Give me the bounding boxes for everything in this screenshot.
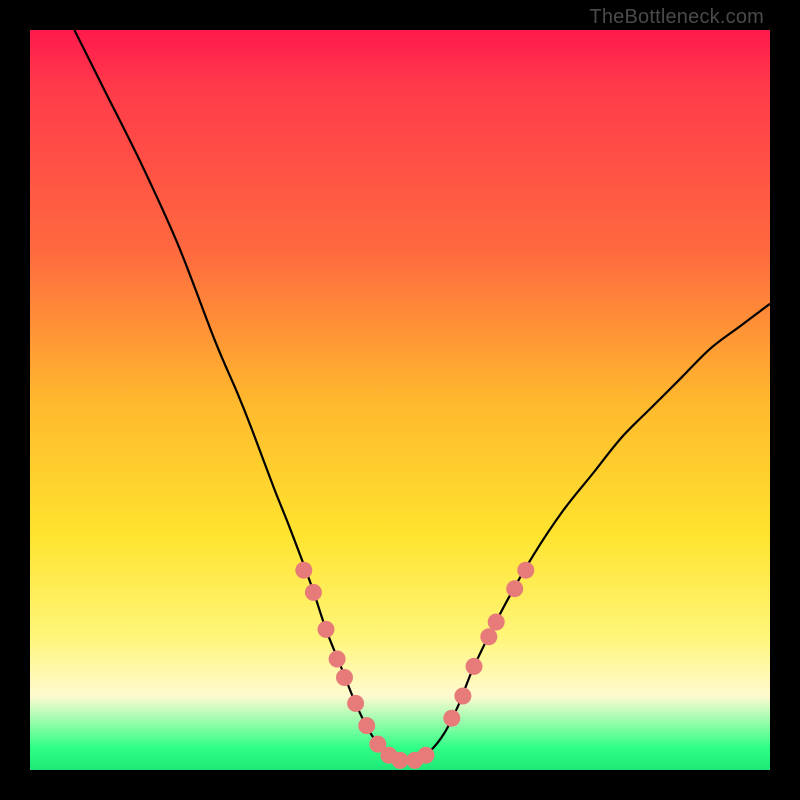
marker-dot: [336, 669, 353, 686]
bottleneck-curve: [74, 30, 770, 761]
marker-dot: [443, 710, 460, 727]
marker-dot: [480, 628, 497, 645]
marker-dot: [295, 562, 312, 579]
marker-dot: [466, 658, 483, 675]
marker-dot: [454, 688, 471, 705]
marker-dot: [517, 562, 534, 579]
marker-dot: [318, 621, 335, 638]
marker-dot: [488, 614, 505, 631]
watermark-text: TheBottleneck.com: [589, 6, 764, 29]
curve-markers: [295, 562, 534, 769]
plot-area: [30, 30, 770, 770]
marker-dot: [417, 747, 434, 764]
marker-dot: [506, 580, 523, 597]
marker-dot: [358, 717, 375, 734]
marker-dot: [392, 752, 409, 769]
marker-dot: [329, 651, 346, 668]
chart-overlay: [30, 30, 770, 770]
chart-frame: TheBottleneck.com: [0, 0, 800, 800]
marker-dot: [347, 695, 364, 712]
marker-dot: [305, 584, 322, 601]
